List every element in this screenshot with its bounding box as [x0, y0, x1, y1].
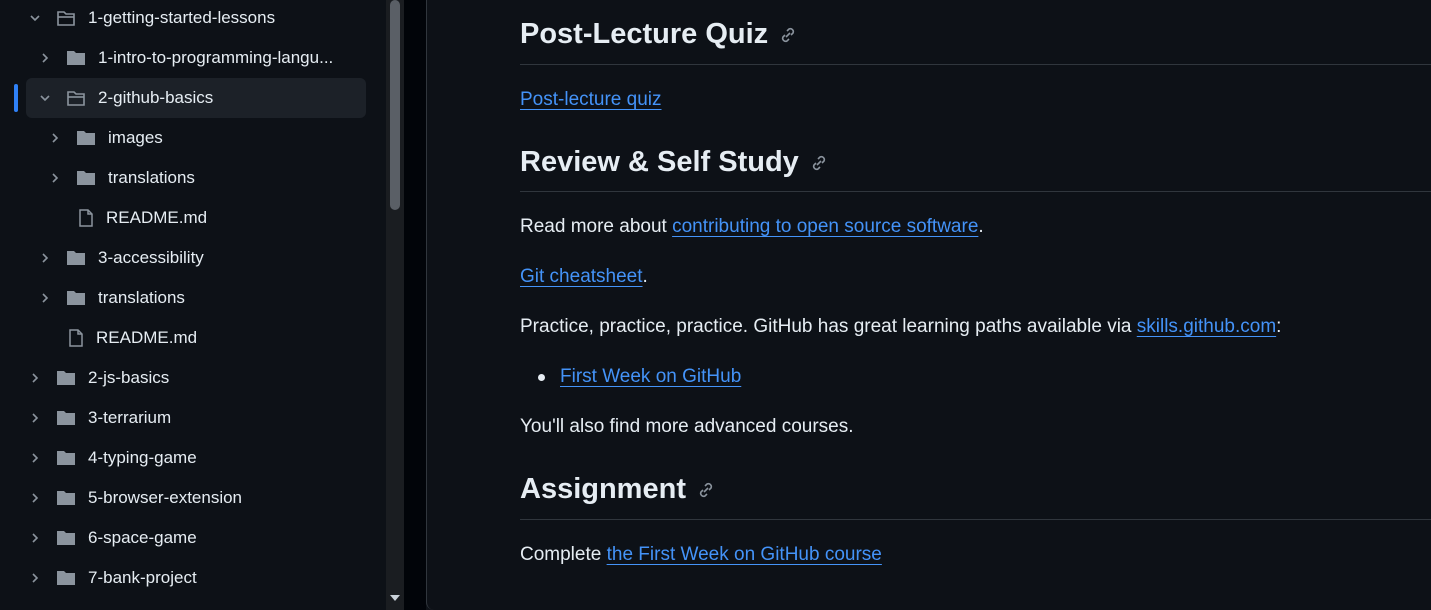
folder-icon	[66, 289, 86, 307]
file-tree-sidebar: 1-getting-started-lessons 1-intro-to-pro…	[0, 0, 386, 610]
tree-item-1-getting-started-lessons[interactable]: 1-getting-started-lessons	[26, 0, 366, 38]
tree-item-label: 3-terrarium	[88, 408, 172, 427]
first-week-course-link[interactable]: the First Week on GitHub course	[607, 544, 882, 565]
chevron-right-icon[interactable]	[36, 249, 54, 267]
tree-item-label: 4-typing-game	[88, 448, 197, 467]
tree-item-label: translations	[108, 168, 195, 187]
tree-item-label: 2-js-basics	[88, 368, 170, 387]
link-icon[interactable]	[696, 480, 716, 500]
tree-item-label: 3-accessibility	[98, 248, 204, 267]
folder-icon	[56, 569, 76, 587]
heading-text: Review & Self Study	[520, 146, 799, 178]
tree-item-label: 5-browser-extension	[88, 488, 243, 507]
folder-icon	[76, 129, 96, 147]
link-icon[interactable]	[778, 25, 798, 45]
read-more-paragraph: Read more about contributing to open sou…	[520, 216, 984, 238]
tree-item-2-github-basics[interactable]: 2-github-basics	[26, 78, 366, 118]
folder-icon	[56, 369, 76, 387]
tree-item-3-terrarium[interactable]: 3-terrarium	[26, 398, 366, 438]
list-item: First Week on GitHub	[560, 366, 741, 388]
tree-item-label: images	[108, 128, 163, 147]
tree-item-label: 1-intro-to-programming-langu...	[98, 48, 334, 67]
chevron-right-icon[interactable]	[26, 529, 44, 547]
chevron-down-icon[interactable]	[36, 89, 54, 107]
contributing-link[interactable]: contributing to open source software	[672, 216, 978, 237]
read-more-suffix: .	[978, 216, 984, 237]
practice-paragraph: Practice, practice, practice. GitHub has…	[520, 316, 1281, 338]
complete-paragraph: Complete the First Week on GitHub course	[520, 544, 882, 566]
complete-prefix: Complete	[520, 544, 607, 565]
advanced-paragraph: You'll also find more advanced courses.	[520, 416, 854, 437]
skills-github-link[interactable]: skills.github.com	[1137, 316, 1276, 337]
read-more-prefix: Read more about	[520, 216, 673, 237]
chevron-right-icon[interactable]	[26, 449, 44, 467]
tree-item-readme[interactable]: README.md	[76, 198, 366, 238]
chevron-right-icon[interactable]	[36, 289, 54, 307]
folder-icon	[66, 249, 86, 267]
tree-item-label: 6-space-game	[88, 528, 197, 547]
folder-open-icon	[66, 89, 86, 107]
tree-item-label: README.md	[106, 208, 208, 227]
chevron-right-icon[interactable]	[26, 409, 44, 427]
tree-item-3-accessibility[interactable]: 3-accessibility	[36, 238, 366, 278]
link-icon[interactable]	[809, 153, 829, 173]
tree-item-translations[interactable]: translations	[46, 158, 366, 198]
scroll-down-arrow-icon[interactable]	[388, 592, 402, 604]
sidebar-scrollbar-thumb[interactable]	[390, 0, 400, 210]
folder-open-icon	[56, 9, 76, 27]
practice-prefix: Practice, practice, practice. GitHub has…	[520, 316, 1137, 337]
quiz-paragraph: Post-lecture quiz	[520, 89, 662, 111]
tree-item-5-browser-extension[interactable]: 5-browser-extension	[26, 478, 366, 518]
tree-item-label: translations	[98, 288, 185, 307]
cheatsheet-paragraph: Git cheatsheet.	[520, 266, 648, 288]
chevron-right-icon[interactable]	[26, 569, 44, 587]
selection-indicator	[14, 84, 18, 112]
folder-icon	[66, 49, 86, 67]
chevron-right-icon[interactable]	[26, 369, 44, 387]
heading-divider	[520, 64, 1431, 65]
heading-post-lecture-quiz: Post-Lecture Quiz	[520, 18, 798, 51]
tree-item-label: 1-getting-started-lessons	[88, 8, 276, 27]
file-icon	[66, 329, 86, 347]
panel-divider	[404, 0, 426, 610]
folder-icon	[56, 409, 76, 427]
post-lecture-quiz-link[interactable]: Post-lecture quiz	[520, 89, 662, 110]
folder-icon	[56, 449, 76, 467]
folder-icon	[76, 169, 96, 187]
folder-icon	[56, 489, 76, 507]
tree-item-4-typing-game[interactable]: 4-typing-game	[26, 438, 366, 478]
first-week-github-link[interactable]: First Week on GitHub	[560, 366, 741, 387]
tree-item-2-js-basics[interactable]: 2-js-basics	[26, 358, 366, 398]
git-cheatsheet-link[interactable]: Git cheatsheet	[520, 266, 643, 287]
chevron-down-icon[interactable]	[26, 9, 44, 27]
cheatsheet-suffix: .	[642, 266, 648, 287]
tree-item-label: 2-github-basics	[98, 88, 214, 107]
list-bullet	[538, 374, 545, 381]
tree-item-1-intro-to-programming[interactable]: 1-intro-to-programming-langu...	[36, 38, 366, 78]
tree-item-label: README.md	[96, 328, 198, 347]
heading-review-self-study: Review & Self Study	[520, 146, 829, 179]
heading-divider	[520, 191, 1431, 192]
tree-item-7-bank-project[interactable]: 7-bank-project	[26, 558, 366, 598]
tree-item-6-space-game[interactable]: 6-space-game	[26, 518, 366, 558]
readme-content-panel: Post-Lecture Quiz Post-lecture quiz Revi…	[426, 0, 1431, 610]
heading-divider	[520, 519, 1431, 520]
tree-item-translations[interactable]: translations	[36, 278, 366, 318]
heading-text: Assignment	[520, 473, 686, 505]
heading-text: Post-Lecture Quiz	[520, 18, 769, 50]
chevron-right-icon[interactable]	[46, 129, 64, 147]
chevron-right-icon[interactable]	[36, 49, 54, 67]
file-icon	[76, 209, 96, 227]
chevron-right-icon[interactable]	[26, 489, 44, 507]
folder-icon	[56, 529, 76, 547]
tree-item-images[interactable]: images	[46, 118, 366, 158]
tree-item-label: 7-bank-project	[88, 568, 197, 587]
chevron-right-icon[interactable]	[46, 169, 64, 187]
heading-assignment: Assignment	[520, 473, 716, 506]
practice-suffix: :	[1276, 316, 1282, 337]
tree-item-readme[interactable]: README.md	[66, 318, 366, 358]
